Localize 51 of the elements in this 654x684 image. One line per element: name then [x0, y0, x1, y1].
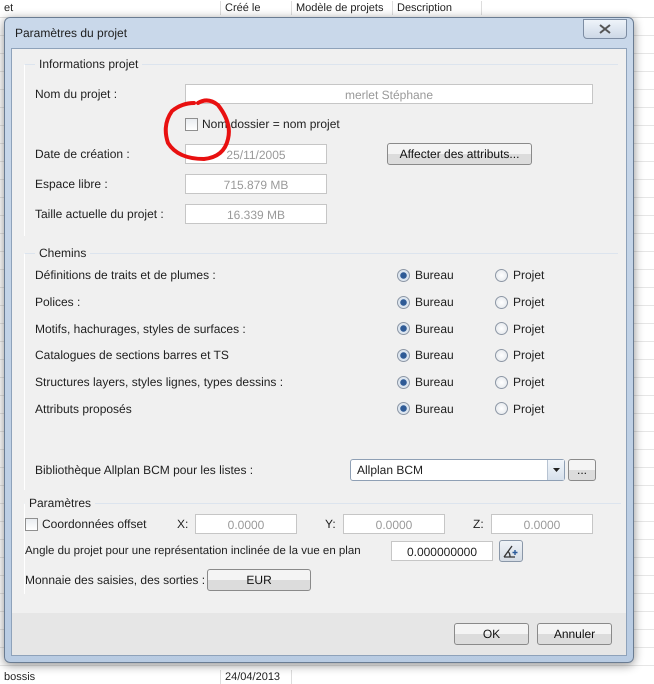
path-label: Attributs proposés — [35, 402, 133, 416]
close-icon — [599, 24, 611, 34]
currency-button[interactable]: EUR — [207, 569, 312, 592]
coordinate-label: Z: — [473, 517, 485, 532]
radio-button[interactable]: Bureau — [397, 268, 495, 282]
radio-button[interactable]: Bureau — [397, 402, 495, 416]
column-header[interactable]: Description — [393, 1, 482, 15]
checkbox[interactable]: Coordonnées offset — [25, 517, 177, 532]
field-label: Nom du projet : — [35, 87, 118, 101]
radio-button[interactable]: Projet — [495, 322, 555, 336]
angle-icon — [503, 544, 519, 558]
path-label: Motifs, hachurages, styles de surfaces : — [35, 322, 247, 336]
radio-button[interactable]: Projet — [495, 402, 555, 416]
group-title: Chemins — [38, 246, 88, 260]
ok-button[interactable]: OK — [454, 623, 529, 645]
coordinate-label: X: — [177, 517, 190, 532]
browse-button[interactable]: ... — [568, 459, 596, 482]
field-label: Monnaie des saisies, des sorties : — [25, 573, 206, 588]
cancel-button[interactable]: Annuler — [537, 623, 612, 645]
radio-button[interactable]: Projet — [495, 295, 555, 310]
angle-field[interactable]: 0.000000000 — [391, 541, 493, 562]
radio-button[interactable]: Projet — [495, 268, 555, 282]
radio-button[interactable]: Projet — [495, 375, 555, 390]
field-label: Taille actuelle du projet : — [35, 207, 165, 221]
path-label: Structures layers, styles lignes, types dessins : — [35, 375, 284, 390]
field-label: Date de création : — [35, 147, 131, 161]
field-label: Angle du projet pour une représentation inclinée de la vue en plan — [25, 545, 362, 558]
angle-tool-button[interactable] — [499, 540, 523, 562]
path-label: Catalogues de sections barres et TS — [35, 348, 230, 362]
group-title: Paramètres — [28, 496, 92, 510]
path-label: Définitions de traits et de plumes : — [35, 268, 217, 282]
close-button[interactable] — [583, 19, 627, 39]
radio-button[interactable]: Bureau — [397, 375, 495, 390]
coordinate-label: Y: — [325, 517, 337, 532]
field-label: Bibliothèque Allplan BCM pour les listes : — [35, 463, 254, 478]
group-title: Informations projet — [38, 57, 140, 71]
field-label: Espace libre : — [35, 177, 109, 191]
radio-button[interactable]: Projet — [495, 348, 555, 362]
window-title: Paramètres du projet — [14, 26, 128, 40]
caret-icon — [552, 468, 560, 472]
table-cell: bossis — [0, 670, 221, 684]
path-label: Polices : — [35, 295, 82, 310]
column-header[interactable]: Modèle de projets — [292, 1, 393, 15]
radio-button[interactable]: Bureau — [397, 348, 495, 362]
column-header[interactable]: Créé le — [221, 1, 292, 15]
column-header[interactable]: et — [0, 1, 221, 15]
radio-button[interactable]: Bureau — [397, 322, 495, 336]
radio-button[interactable]: Bureau — [397, 295, 495, 310]
table-cell: 24/04/2013 — [221, 670, 292, 684]
library-dropdown[interactable]: Allplan BCM — [350, 459, 565, 482]
assign-attributes-button[interactable]: Affecter des attributs... — [387, 143, 532, 165]
